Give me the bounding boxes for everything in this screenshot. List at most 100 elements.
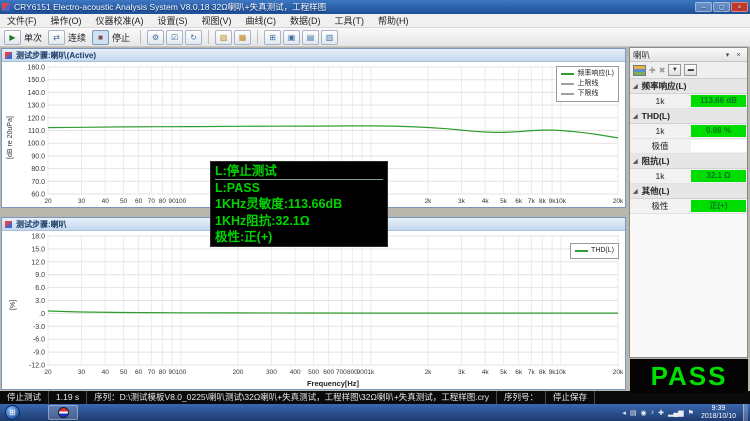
window-title-bar[interactable]: 测试步骤:喇叭(Active) (2, 49, 625, 62)
expander-icon[interactable]: ◢ (633, 83, 638, 90)
open-file-button[interactable]: ▧ (215, 29, 233, 45)
svg-text:50: 50 (120, 369, 128, 376)
tray-icon[interactable]: ✚ (658, 409, 664, 417)
table-icon[interactable] (633, 64, 646, 76)
legend-label: 上限线 (577, 80, 599, 87)
toolbar-separator (208, 30, 210, 44)
panel-row-value: 32.1 Ω (691, 170, 746, 182)
y-axis-label: [%] (10, 299, 17, 310)
svg-text:100.0: 100.0 (27, 141, 45, 148)
svg-text:160.0: 160.0 (27, 65, 45, 72)
menu-settings[interactable]: 设置(S) (151, 14, 195, 28)
panel-section-label: 其他(L) (641, 186, 670, 196)
status-segment: 序列：D:\测试模板V8.0_0225\喇叭测试\32Ω喇叭+失真测试，工程样图… (87, 391, 497, 404)
open-file-icon: ▧ (219, 32, 228, 42)
menu-tools[interactable]: 工具(T) (328, 14, 372, 28)
tray-icon[interactable]: ▂▄▆ (668, 409, 684, 417)
svg-text:6k: 6k (515, 198, 523, 205)
menu-file[interactable]: 文件(F) (0, 14, 44, 28)
minimize-icon[interactable]: ─ (695, 2, 712, 12)
panel-row[interactable]: 1k 0.08 % (630, 124, 747, 139)
refresh-export-button[interactable]: ↻ (185, 29, 203, 45)
taskbar-app-button[interactable] (48, 405, 78, 420)
dropdown-button[interactable]: ▼ (668, 64, 682, 76)
menu-help[interactable]: 帮助(H) (371, 14, 416, 28)
panel-row[interactable]: 极值 (630, 139, 747, 154)
save-file-button[interactable]: ▦ (234, 29, 252, 45)
expander-icon[interactable]: ◢ (633, 113, 638, 120)
panel-row[interactable]: 1k 32.1 Ω (630, 169, 747, 184)
toolbar: ▶ 单次 ⇄ 连续 ■ 停止 ⚙ ☑ ↻ ▧ ▦ ⊞ ▣ ▤ ▥ (0, 28, 750, 47)
result-overlay-line: 极性:正(+) (215, 229, 273, 244)
menu-curve[interactable]: 曲线(C) (239, 14, 284, 28)
single-run-button[interactable]: ▶ (4, 29, 21, 45)
system-tray: ◂ ▤ ◉ ♪ ✚ ▂▄▆ ⚑ 9:39 2018/10/10 (622, 404, 748, 421)
svg-text:10k: 10k (556, 369, 567, 376)
chart-window-title: 测试步骤:喇叭(Active) (16, 50, 97, 60)
svg-text:20: 20 (44, 369, 52, 376)
menu-data[interactable]: 数据(D) (283, 14, 328, 28)
panel-row-value: 0.08 % (691, 125, 746, 137)
stop-button[interactable]: ■ (92, 29, 110, 45)
show-desktop-button[interactable] (743, 404, 748, 421)
calibration-settings-button[interactable]: ⚙ (147, 29, 165, 45)
save-file-icon: ▦ (238, 32, 247, 42)
panel-title-bar[interactable]: 喇叭 ▾ × (630, 48, 747, 62)
svg-text:40: 40 (102, 369, 110, 376)
panel-section-header[interactable]: ◢ 阻抗(L) (630, 154, 747, 169)
result-overlay-line: L:停止测试 (215, 163, 383, 181)
title-bar[interactable]: CRY6151 Electro-acoustic Analysis System… (0, 0, 750, 14)
svg-text:15.0: 15.0 (31, 246, 45, 253)
panel-section-label: 频率响应(L) (641, 81, 687, 91)
svg-text:70: 70 (148, 198, 156, 205)
new-window-button[interactable]: ⊞ (264, 29, 282, 45)
svg-text:120.0: 120.0 (27, 115, 45, 122)
menu-bar: 文件(F) 操作(O) 仪器校准(A) 设置(S) 视图(V) 曲线(C) 数据… (0, 14, 750, 28)
play-icon: ▶ (9, 32, 16, 42)
menu-instrument-calibration[interactable]: 仪器校准(A) (89, 14, 151, 28)
tray-icon[interactable]: ♪ (651, 409, 655, 416)
tile-horizontal-icon: ▤ (306, 32, 315, 42)
result-overlay: L:停止测试 L:PASS 1KHz灵敏度:113.66dB 1KHz阻抗:32.1Ω… (210, 161, 388, 247)
maximize-icon[interactable]: ▢ (713, 2, 730, 12)
svg-text:8k: 8k (539, 198, 547, 205)
report-window-button[interactable]: ▣ (283, 29, 301, 45)
panel-row-value (691, 140, 746, 152)
menu-operate[interactable]: 操作(O) (44, 14, 89, 28)
panel-section-header[interactable]: ◢ 频率响应(L) (630, 79, 747, 94)
start-button[interactable]: ⊞ (5, 405, 20, 420)
taskbar: ⊞ ◂ ▤ ◉ ♪ ✚ ▂▄▆ ⚑ 9:39 2018/10/10 (0, 404, 750, 421)
tile-vertical-button[interactable]: ▥ (321, 29, 339, 45)
close-icon[interactable]: × (731, 2, 748, 12)
report-window-icon: ▣ (287, 32, 296, 42)
svg-text:900: 900 (357, 369, 368, 376)
svg-text:-9.0: -9.0 (33, 350, 45, 357)
panel-section-header[interactable]: ◢ THD(L) (630, 109, 747, 124)
status-segment: 1.19 s (49, 391, 88, 404)
tray-icon[interactable]: ⚑ (688, 409, 694, 417)
measurement-check-button[interactable]: ☑ (166, 29, 184, 45)
collapse-button[interactable]: ▬ (684, 64, 698, 76)
tray-icon[interactable]: ◂ (622, 409, 626, 417)
panel-section-label: THD(L) (641, 111, 670, 121)
chart-body: [%] 20 30 40 50 60 70 80 90 100 200 300 400 500 600 70… (2, 231, 625, 389)
continuous-run-button[interactable]: ⇄ (48, 29, 66, 45)
panel-row-label: 1k (655, 96, 665, 106)
tray-icon[interactable]: ▤ (630, 409, 637, 417)
tile-horizontal-button[interactable]: ▤ (302, 29, 320, 45)
panel-section-header[interactable]: ◢ 其他(L) (630, 184, 747, 199)
remove-icon[interactable]: ✖ (659, 66, 666, 75)
taskbar-clock[interactable]: 9:39 2018/10/10 (698, 405, 739, 420)
add-icon[interactable]: ✚ (649, 66, 656, 75)
measurement-panel: 喇叭 ▾ × ✚ ✖ ▼ ▬ ◢ 频率响应(L) 1k 113.66 dB ◢ THD(L… (629, 47, 748, 358)
panel-close-icon[interactable]: × (733, 50, 744, 60)
panel-pin-icon[interactable]: ▾ (722, 50, 733, 60)
y-axis-label: [dB re 20uPa] (7, 116, 14, 159)
panel-row[interactable]: 极性 正(+) (630, 199, 747, 214)
calibration-settings-icon: ⚙ (151, 32, 160, 42)
menu-view[interactable]: 视图(V) (195, 14, 239, 28)
panel-row[interactable]: 1k 113.66 dB (630, 94, 747, 109)
expander-icon[interactable]: ◢ (633, 188, 638, 195)
expander-icon[interactable]: ◢ (633, 158, 638, 165)
tray-icon[interactable]: ◉ (640, 409, 646, 417)
